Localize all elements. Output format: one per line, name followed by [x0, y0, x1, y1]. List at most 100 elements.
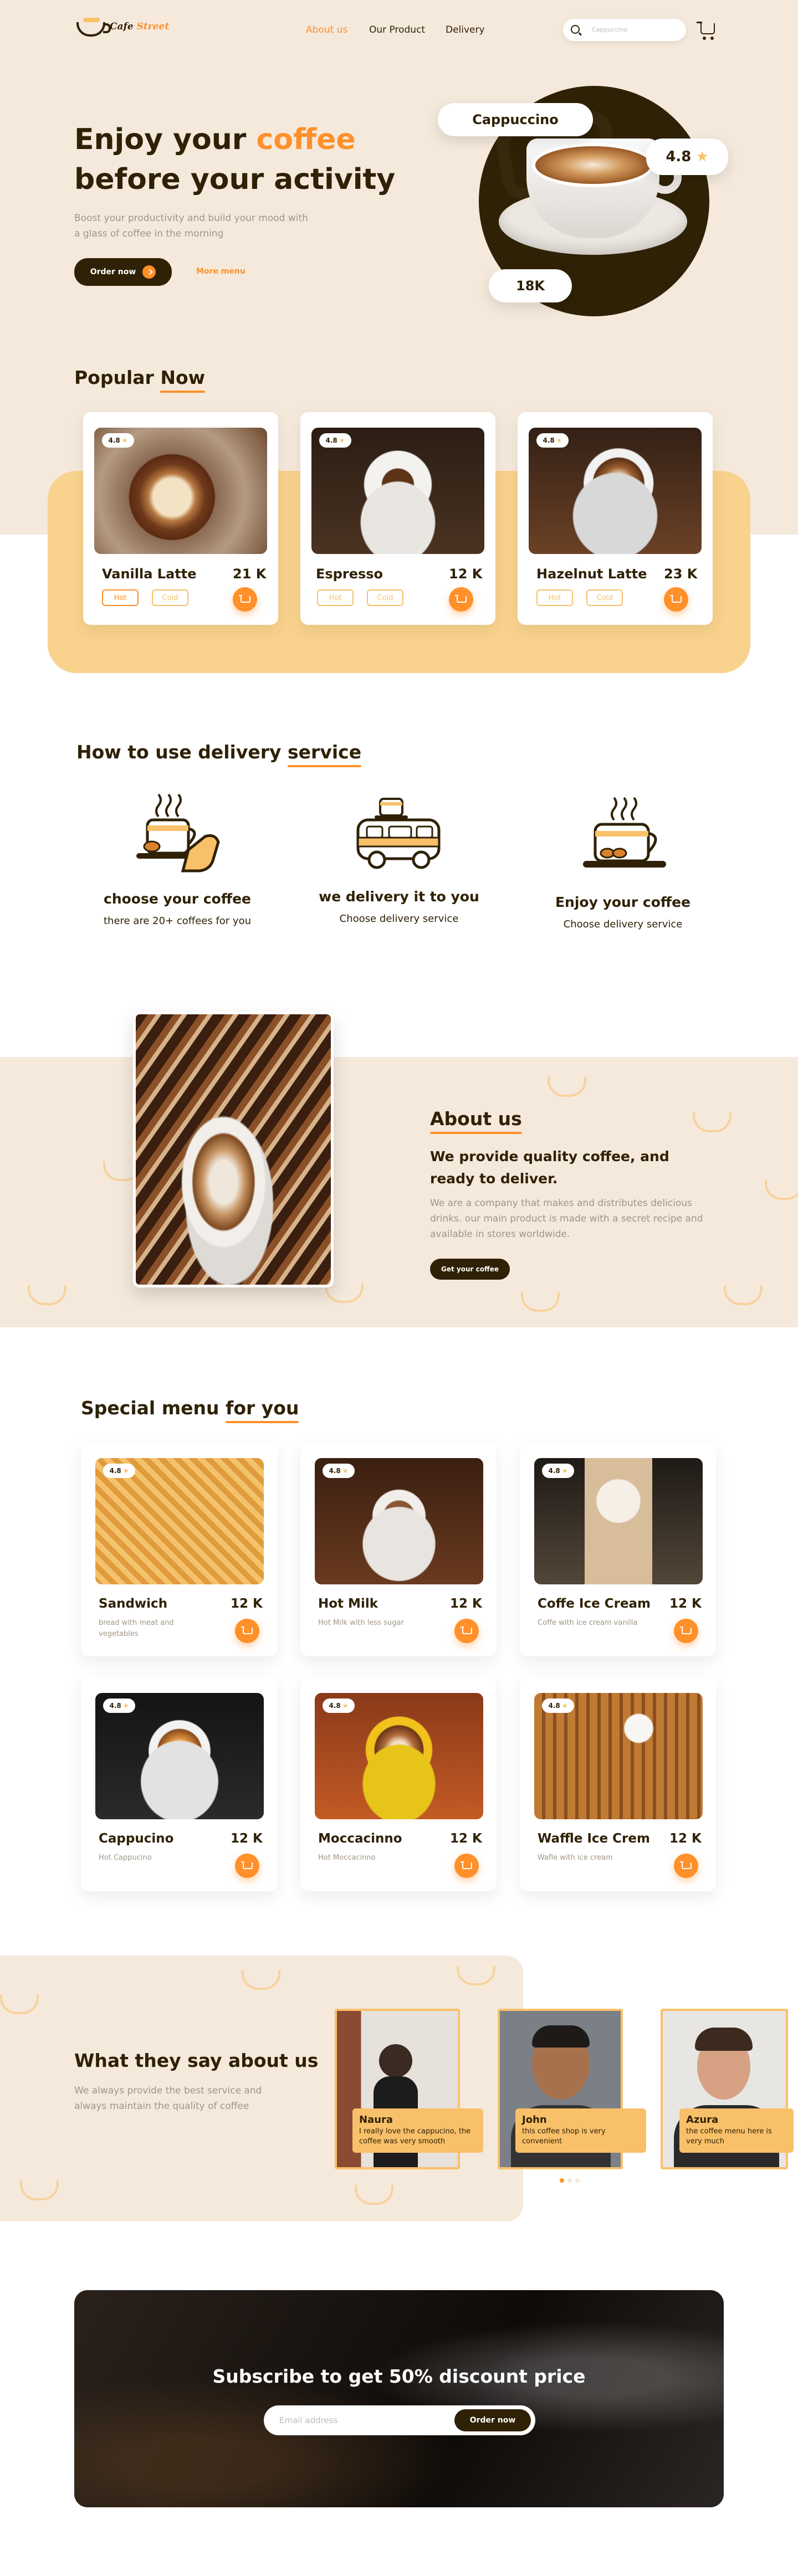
star-icon: ★	[561, 1702, 568, 1710]
add-to-cart-button[interactable]	[449, 587, 473, 612]
star-icon: ★	[339, 437, 345, 444]
hero-count: 18K	[489, 269, 572, 302]
logo-text[interactable]: Cafe Street	[110, 21, 169, 32]
popular-card[interactable]: 4.8 ★ Vanilla Latte 21 K Hot Cold	[83, 412, 278, 625]
rating-chip: 4.8 ★	[103, 1698, 135, 1713]
search-input[interactable]: Cappuccino	[563, 19, 686, 41]
add-to-cart-button[interactable]	[235, 1854, 259, 1878]
product-description: Hot Cappucino	[99, 1854, 152, 1862]
step-desc: Choose delivery service	[339, 913, 459, 925]
about-background	[0, 1057, 798, 1327]
special-menu-card[interactable]: 4.8 ★ Coffe Ice Cream 12 K Coffe with ice…	[520, 1443, 716, 1656]
testimonial-quote: John this coffee shop is very convenient	[515, 2108, 646, 2153]
delivery-van-icon	[356, 798, 441, 869]
special-menu-card[interactable]: 4.8 ★ Hot Milk 12 K Hot Milk with less su…	[300, 1443, 497, 1656]
nav-link-delivery[interactable]: Delivery	[446, 24, 485, 35]
special-menu-card[interactable]: 4.8 ★ Moccacinno 12 K Hot Moccacinno	[300, 1677, 497, 1891]
product-description: bread with meat and vegetables	[99, 1619, 174, 1638]
product-price: 12 K	[449, 566, 483, 582]
hot-option[interactable]: Hot	[102, 589, 139, 606]
testimonial-name: Naura	[359, 2114, 393, 2126]
product-image: 4.8 ★	[94, 428, 267, 554]
testimonial-title: What they say about us	[74, 2050, 319, 2071]
add-to-cart-button[interactable]	[674, 1619, 698, 1643]
product-price: 12 K	[669, 1597, 702, 1611]
hot-option[interactable]: Hot	[317, 589, 354, 606]
about-body: We are a company that makes and distribu…	[430, 1198, 703, 1240]
product-name: Moccacinno	[318, 1831, 402, 1846]
add-to-cart-button[interactable]	[235, 1619, 259, 1643]
howto-title: How to use delivery service	[76, 741, 362, 763]
product-description: Wafle with ice cream	[538, 1854, 613, 1862]
product-price: 12 K	[669, 1831, 702, 1846]
popular-card[interactable]: 4.8 ★ Hazelnut Latte 23 K Hot Cold	[518, 412, 713, 625]
get-coffee-button[interactable]: Get your coffee	[430, 1259, 510, 1280]
step-desc: Choose delivery service	[563, 918, 683, 930]
special-menu-card[interactable]: 4.8 ★ Sandwich 12 K bread with meat and v…	[81, 1443, 277, 1656]
star-icon: ★	[122, 1467, 129, 1475]
product-image: 4.8 ★	[315, 1458, 483, 1584]
popular-card[interactable]: 4.8 ★ Espresso 12 K Hot Cold	[300, 412, 495, 625]
rating-chip: 4.8 ★	[536, 433, 569, 448]
star-icon: ★	[342, 1702, 349, 1710]
special-menu-card[interactable]: 4.8 ★ Cappucino 12 K Hot Cappucino	[81, 1677, 277, 1891]
add-to-cart-button[interactable]	[664, 587, 688, 612]
star-icon: ★	[121, 437, 128, 444]
product-price: 21 K	[233, 566, 267, 582]
special-menu-card[interactable]: 4.8 ★ Waffle Ice Crem 12 K Wafle with ice…	[520, 1677, 716, 1891]
testimonial-subtitle: We always provide the best service and a…	[74, 2085, 262, 2112]
product-image: 4.8 ★	[534, 1693, 703, 1819]
product-name: Espresso	[316, 566, 383, 582]
product-image: 4.8 ★	[315, 1693, 483, 1819]
subscribe-title: Subscribe to get 50% discount price	[212, 2365, 586, 2387]
product-description: Hot Moccacinno	[318, 1854, 376, 1862]
add-to-cart-button[interactable]	[454, 1854, 479, 1878]
product-name: Cappucino	[99, 1831, 174, 1846]
cart-icon[interactable]	[697, 22, 715, 34]
rating-chip: 4.8 ★	[103, 1464, 135, 1478]
hero-title: Enjoy your coffee before your activity	[74, 123, 396, 196]
choose-coffee-icon	[136, 793, 220, 873]
testimonial-text: this coffee shop is very convenient	[522, 2127, 606, 2146]
carousel-dot[interactable]	[575, 2178, 580, 2183]
cold-option[interactable]: Cold	[367, 589, 403, 606]
product-price: 12 K	[231, 1831, 263, 1846]
nav-link-product[interactable]: Our Product	[369, 24, 425, 35]
add-to-cart-button[interactable]	[454, 1619, 479, 1643]
avatar	[379, 2044, 412, 2077]
testimonial-quote: Azura the coffee menu here is very much	[679, 2108, 794, 2153]
product-image: 4.8 ★	[311, 428, 484, 554]
carousel-dot[interactable]	[567, 2178, 572, 2183]
add-to-cart-button[interactable]	[674, 1854, 698, 1878]
product-image: 4.8 ★	[534, 1458, 703, 1584]
carousel-dots[interactable]	[560, 2178, 580, 2183]
cold-option[interactable]: Cold	[152, 589, 188, 606]
carousel-dot[interactable]	[560, 2178, 564, 2183]
step-title: choose your coffee	[104, 891, 251, 907]
step-title: we delivery it to you	[319, 889, 479, 905]
product-price: 12 K	[450, 1597, 482, 1611]
testimonial-name: John	[522, 2114, 547, 2126]
nav-link-about[interactable]: About us	[306, 24, 347, 35]
rating-chip: 4.8 ★	[319, 433, 351, 448]
testimonial-text: the coffee menu here is very much	[686, 2127, 772, 2146]
hot-option[interactable]: Hot	[536, 589, 573, 606]
popular-title: Popular Now	[74, 367, 206, 388]
email-field[interactable]: Email address Order now	[264, 2405, 535, 2435]
product-description: Hot Milk with less sugar	[318, 1619, 404, 1627]
product-image: 4.8 ★	[95, 1458, 264, 1584]
rating-chip: 4.8 ★	[542, 1698, 574, 1713]
product-name: Waffle Ice Crem	[538, 1831, 650, 1846]
logo-icon-steam	[83, 18, 100, 22]
product-description: Coffe with ice cream vanilla	[538, 1619, 638, 1627]
product-name: Coffe Ice Cream	[538, 1597, 651, 1611]
more-menu-link[interactable]: More menu	[196, 267, 245, 276]
cold-option[interactable]: Cold	[586, 589, 623, 606]
avatar-hair	[695, 2028, 753, 2051]
order-now-button[interactable]: Order now	[74, 258, 172, 286]
about-lead: We provide quality coffee, and ready to …	[430, 1148, 669, 1187]
subscribe-order-button[interactable]: Order now	[454, 2409, 531, 2431]
product-image: 4.8 ★	[95, 1693, 264, 1819]
cart-wheel-icon	[710, 37, 714, 40]
add-to-cart-button[interactable]	[233, 587, 257, 612]
